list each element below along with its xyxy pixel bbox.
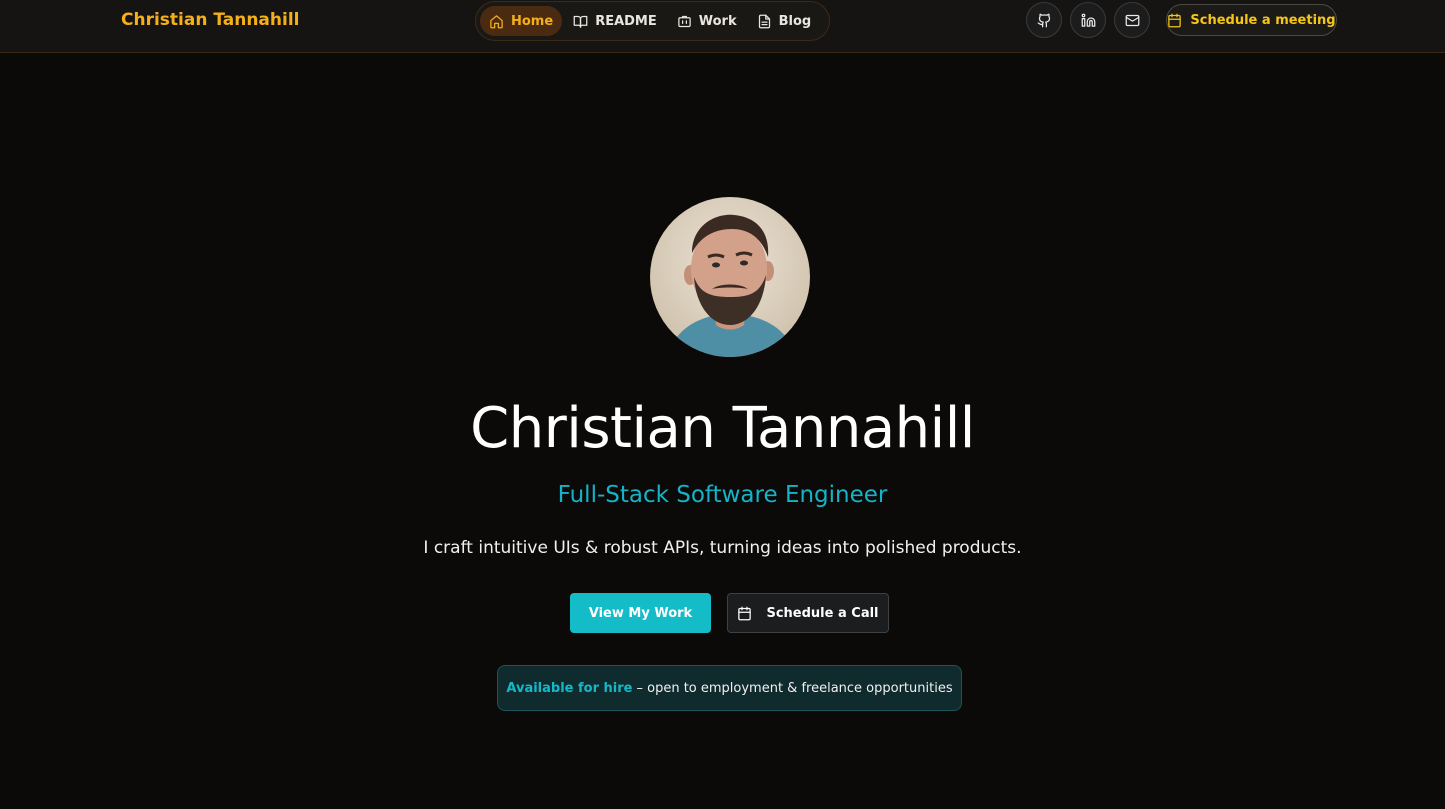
schedule-call-label: Schedule a Call <box>766 605 879 621</box>
calendar-icon <box>1168 13 1182 27</box>
linkedin-icon <box>1081 13 1095 27</box>
calendar-icon <box>738 606 752 620</box>
availability-badge: Available for hire – open to employment … <box>497 665 962 711</box>
book-icon <box>573 15 588 28</box>
brand-logo[interactable]: Christian Tannahill <box>121 9 300 31</box>
profile-photo <box>650 197 810 357</box>
schedule-meeting-button[interactable]: Schedule a meeting <box>1166 4 1337 36</box>
nav-readme-label: README <box>595 13 657 29</box>
nav-home[interactable]: Home <box>480 6 563 36</box>
main-nav: Home README Work Blog <box>475 1 830 41</box>
hero-name: Christian Tannahill <box>470 396 975 461</box>
github-icon <box>1037 13 1050 27</box>
document-icon <box>758 14 770 28</box>
schedule-meeting-label: Schedule a meeting <box>1190 12 1336 28</box>
view-work-label: View My Work <box>588 605 693 621</box>
profile-photo-illustration <box>650 197 810 357</box>
nav-blog-label: Blog <box>778 13 812 29</box>
briefcase-icon <box>678 15 691 27</box>
email-button[interactable] <box>1114 2 1150 38</box>
mail-icon <box>1125 14 1139 26</box>
availability-highlight: Available for hire <box>506 680 633 696</box>
home-icon <box>490 14 503 28</box>
nav-work[interactable]: Work <box>668 6 746 36</box>
linkedin-button[interactable] <box>1070 2 1106 38</box>
nav-home-label: Home <box>511 13 554 29</box>
hero-tagline: I craft intuitive UIs & robust APIs, tur… <box>423 538 1022 558</box>
availability-text: – open to employment & freelance opportu… <box>636 680 953 696</box>
site-header: Christian Tannahill Home README Work Blo… <box>0 0 1445 53</box>
hero-role: Full-Stack Software Engineer <box>557 482 888 508</box>
nav-readme[interactable]: README <box>564 6 666 36</box>
schedule-call-button[interactable]: Schedule a Call <box>727 593 889 633</box>
nav-work-label: Work <box>698 13 737 29</box>
nav-blog[interactable]: Blog <box>748 6 821 36</box>
github-button[interactable] <box>1026 2 1062 38</box>
view-work-button[interactable]: View My Work <box>570 593 711 633</box>
